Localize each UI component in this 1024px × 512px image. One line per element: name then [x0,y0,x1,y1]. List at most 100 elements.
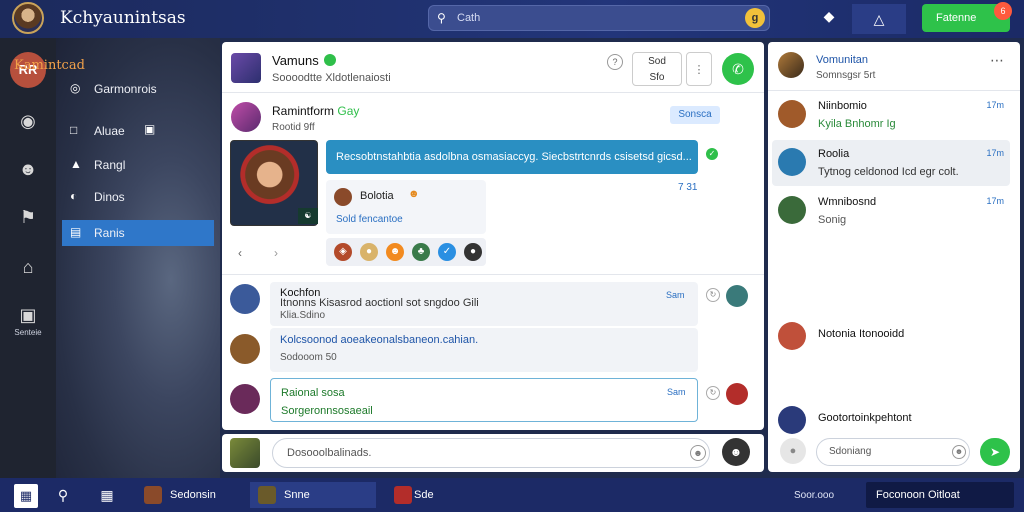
message-avatar[interactable] [230,334,260,364]
message-bubble: Recsobtnstahbtia asdolbna osmasiaccyg. S… [326,140,698,174]
reaction-ghost-icon[interactable]: ● [464,243,482,261]
header-button-1[interactable]: Sod [633,54,681,70]
call-button[interactable]: ✆ [722,53,754,85]
message-card[interactable]: Kolcsoonod aoeakeonalsbaneon.cahian. Sod… [270,328,698,372]
composer-avatar[interactable] [230,438,260,468]
reply-text: Sold fencantoe [336,214,403,225]
message-avatar[interactable] [230,284,260,314]
participant-avatar[interactable] [726,285,748,307]
search-icon[interactable]: ⚲ [52,484,74,506]
nav-item-4[interactable]: ▤ Ranis [62,220,214,246]
header-button-group[interactable]: Sod Sfo [632,52,682,86]
divider [768,90,1020,91]
next-arrow-icon[interactable]: › [274,246,278,260]
search-button[interactable]: g [745,8,765,28]
message-card[interactable]: Raional sosa Sorgeronnsosaeail Sam [270,378,698,422]
reply-card[interactable]: Bolotia ☻ Sold fencantoe [326,180,486,234]
more-icon[interactable]: ⋮ [686,52,712,86]
profile-icon[interactable]: △ [852,4,906,34]
taskbar-app-3[interactable]: Sde [394,482,454,508]
reaction-bee-icon[interactable]: ● [360,243,378,261]
start-button[interactable]: ▦ [14,484,38,508]
divider [222,274,764,275]
chat-subtitle: Soooodtte Xldotlenaiosti [272,72,391,84]
nav-item-2[interactable]: ▲ Rangl [62,152,214,178]
message-input[interactable]: Dosooolbalinads. [272,438,710,468]
image-icon: ▣ [144,122,156,136]
conversation-avatar [778,196,806,224]
nav-header: Kamintcad [14,58,85,73]
rail-label: Senteie [14,328,42,337]
taskbar-app-2[interactable]: Snne [250,482,376,508]
box-icon[interactable]: ▣ [0,300,56,330]
conversation-avatar [778,406,806,434]
panel-subtitle: Somnsgsr 5rt [816,70,876,81]
notification-icon[interactable]: ◆ [818,8,840,28]
emoji-icon[interactable]: ☻ [690,445,706,461]
conversation-item[interactable]: Roolia Tytnog celdonod Icd egr colt. 17m [772,140,1010,186]
panel-composer: ● Sdoniang ☻ ➤ [778,436,1014,468]
taskbar-clock[interactable]: Foconoon Oitloat [866,482,1014,508]
prev-arrow-icon[interactable]: ‹ [238,246,242,260]
message-body: Itnonns Kisasrod aoctionl sot sngdoo Gil… [280,297,479,309]
taskbar-app-1[interactable]: Sedonsin [144,482,234,508]
task-view-icon[interactable]: ▦ [96,484,118,506]
system-tray[interactable]: Soor.ooo [794,490,834,501]
home-icon[interactable]: ⌂ [0,252,56,282]
person-icon[interactable]: ☻ [722,438,750,466]
emoji-icon[interactable]: ☻ [952,445,966,459]
more-icon[interactable]: ⋯ [990,52,1004,69]
target-icon[interactable]: ◉ [0,106,56,136]
participant-avatar[interactable] [726,383,748,405]
search-placeholder: Cath [457,12,481,24]
conversation-item[interactable]: Notonia Itonooidd [772,314,1010,360]
reaction-fire-icon[interactable]: ◈ [334,243,352,261]
message-author: Ramintform Gay [272,104,360,118]
smile-icon: ☻ [408,188,420,200]
panel-message-input[interactable]: Sdoniang [816,438,970,466]
chat-avatar[interactable] [231,53,261,83]
reply-icon[interactable]: ↻ [706,288,720,302]
nav-item-3[interactable]: ◐ Dinos [62,184,214,210]
message-card[interactable]: Kochfon Itnonns Kisasrod aoctionl sot sn… [270,282,698,326]
search-icon: ⚲ [437,11,446,25]
attach-icon[interactable]: ● [780,438,806,464]
square-icon: □ [70,123,78,137]
reaction-check-icon[interactable]: ✓ [438,243,456,261]
app-icon [394,486,412,504]
message-body: Kolcsoonod aoeakeonalsbaneon.cahian. [280,334,479,346]
online-icon [324,54,336,66]
search-input[interactable]: ⚲ Cath g [428,5,770,31]
message-avatar[interactable] [231,102,261,132]
app-icon [144,486,162,504]
message-time: Sam [667,387,686,397]
reply-icon[interactable]: ↻ [706,386,720,400]
person-icon[interactable]: ☻ [0,154,56,184]
panel-avatar[interactable] [778,52,804,78]
message-pill[interactable]: Sonsca [670,106,720,124]
top-bar: Kchyaunintsas ⚲ Cath g ◆ △ Fatenne 6 [0,0,1024,38]
gamepad-icon: ◎ [70,81,81,95]
taskbar: ▦ ⚲ ▦ Sedonsin Snne Sde Soor.ooo Foconoo… [0,478,1024,512]
read-check-icon: ✓ [706,148,718,160]
hero-tag-icon: ☯ [298,208,318,224]
conversation-avatar [778,148,806,176]
reaction-smile-icon[interactable]: ☻ [386,243,404,261]
flag-icon[interactable]: ⚑ [0,202,56,232]
message-avatar[interactable] [230,384,260,414]
chat-title: Vamuns [272,53,319,68]
reaction-leaf-icon[interactable]: ♣ [412,243,430,261]
conversation-item[interactable]: Wmnibosnd Sonig 17m [772,188,1010,234]
message-time: Sam [666,290,685,300]
header-button-2[interactable]: Sfo [633,70,681,86]
info-icon[interactable]: ? [607,54,623,70]
notification-badge: 6 [994,2,1012,20]
message-sub: Sodooom 50 [280,352,337,363]
app-logo[interactable] [12,2,44,34]
conversation-item[interactable]: Niinbomio Kyila Bnhomr Ig 17m [772,92,1010,138]
send-button[interactable]: ➤ [980,438,1010,466]
nav-panel [56,38,220,478]
nav-item-0[interactable]: ◎ Garmonrois [62,76,214,102]
nav-item-1[interactable]: □ Aluae ▣ [62,118,214,144]
divider [222,92,764,93]
